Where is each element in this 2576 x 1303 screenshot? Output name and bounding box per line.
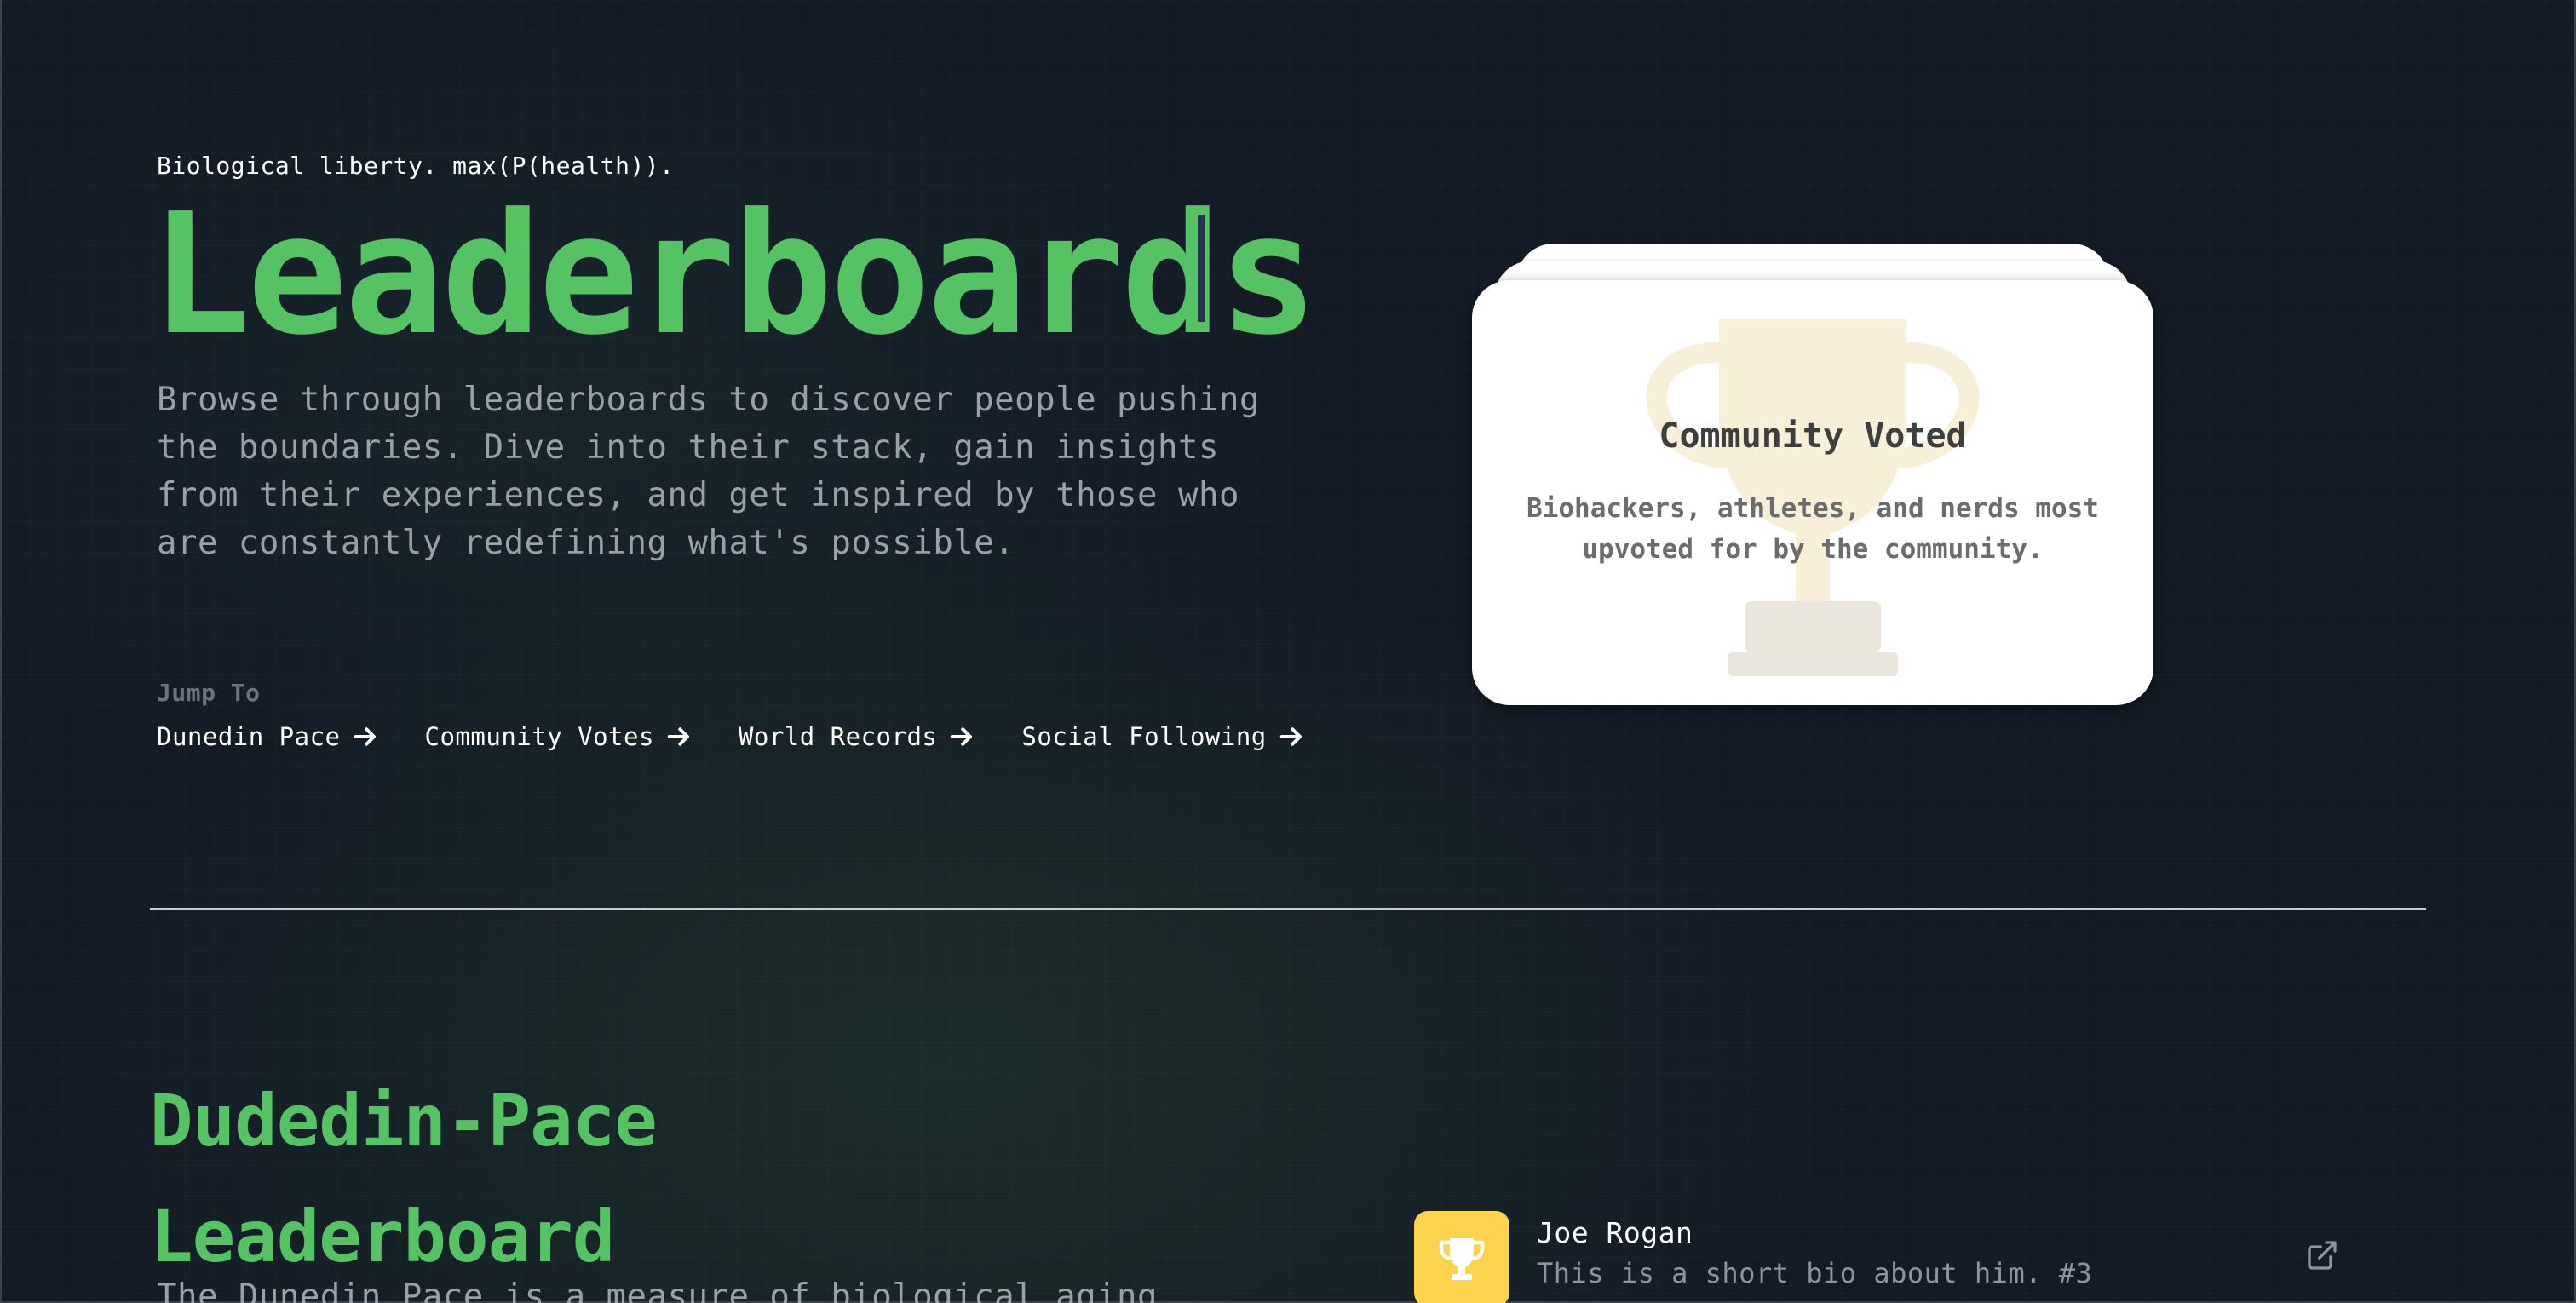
external-link-icon[interactable] (2305, 1238, 2339, 1272)
arrow-right-icon (354, 727, 376, 746)
section-description: The Dunedin Pace is a measure of biologi… (157, 1277, 1159, 1303)
hero-tagline: Biological liberty. max(P(health)). (157, 152, 675, 180)
jump-link-community-votes[interactable]: Community Votes (425, 722, 692, 751)
section-title: Dudedin-Pace Leaderboard (150, 1079, 658, 1278)
card-title: Community Voted (1659, 416, 1967, 456)
arrow-right-icon (951, 727, 973, 746)
jump-link-label: Social Following (1021, 722, 1267, 751)
community-voted-card[interactable]: Community Voted Biohackers, athletes, an… (1472, 280, 2153, 705)
arrow-right-icon (1279, 727, 1302, 746)
jump-to-label: Jump To (157, 679, 261, 707)
jump-link-label: World Records (738, 722, 938, 751)
jump-link-label: Community Votes (424, 722, 654, 751)
jump-link-label: Dunedin Pace (157, 722, 341, 751)
section-divider (150, 908, 2426, 910)
jump-link-dunedin-pace[interactable]: Dunedin Pace (157, 722, 378, 751)
jump-link-social-following[interactable]: Social Following (1021, 722, 1303, 751)
arrow-right-icon (667, 727, 689, 746)
rank-badge (1414, 1211, 1509, 1303)
feature-card-stack[interactable]: Community Voted Biohackers, athletes, an… (1472, 244, 2153, 705)
typing-cursor (1198, 215, 1205, 322)
leaderboard-entry[interactable]: Joe Rogan This is a short bio about him.… (1414, 1211, 2351, 1303)
entry-name: Joe Rogan (1537, 1216, 1693, 1249)
jump-link-world-records[interactable]: World Records (739, 722, 975, 751)
trophy-icon (1439, 1238, 1485, 1280)
entry-bio: This is a short bio about him. #3 (1537, 1257, 2093, 1289)
jump-to-nav: Dunedin Pace Community Votes World Recor… (157, 722, 1351, 751)
page-title: Leaderboards (150, 178, 1319, 372)
hero-description: Browse through leaderboards to discover … (157, 381, 1260, 562)
card-description: Biohackers, athletes, and nerds most upv… (1527, 493, 2099, 565)
